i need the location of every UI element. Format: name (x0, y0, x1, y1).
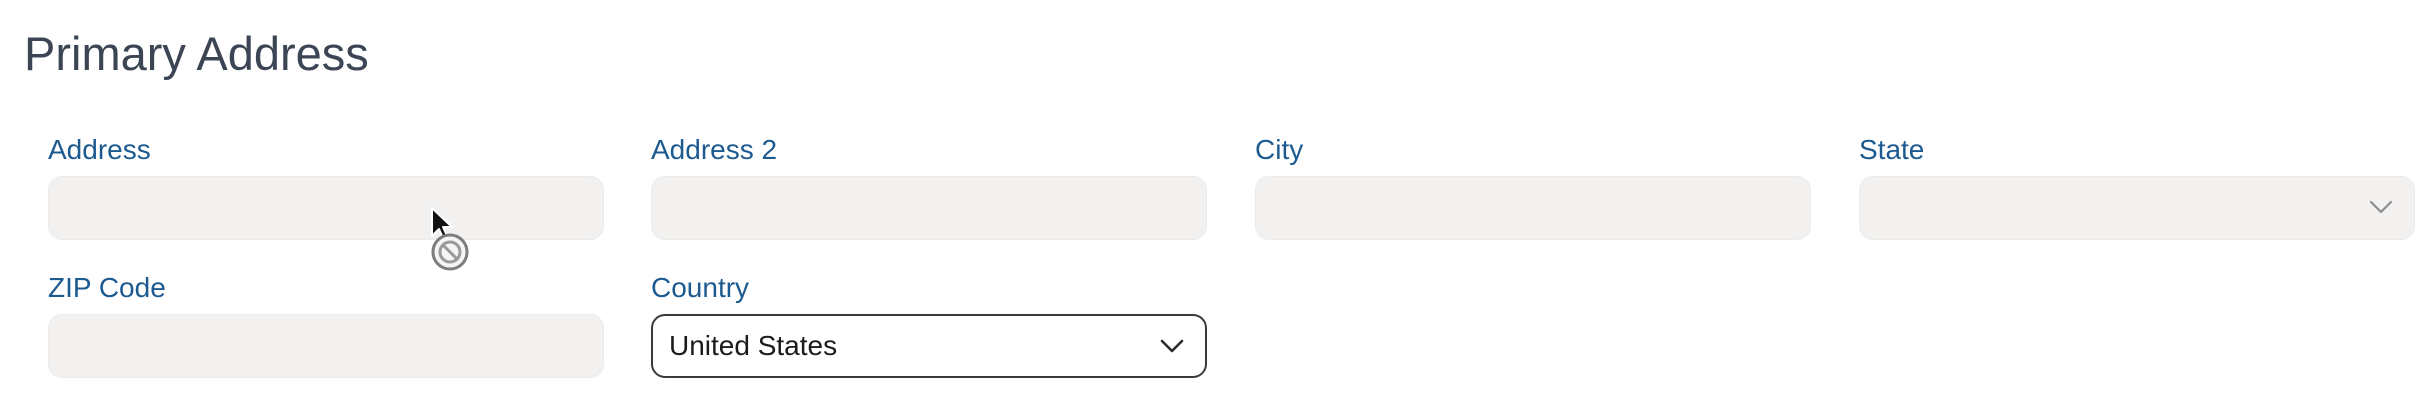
country-field-group: Country United States (651, 272, 1207, 378)
address2-label: Address 2 (651, 134, 778, 165)
chevron-down-icon (1159, 336, 1185, 356)
city-field-group: City (1255, 134, 1811, 240)
state-select[interactable] (1859, 176, 2415, 240)
chevron-down-icon (2368, 197, 2394, 217)
country-value: United States (669, 330, 838, 361)
state-label: State (1859, 134, 1925, 165)
section-title: Primary Address (24, 27, 369, 80)
country-label: Country (651, 272, 750, 303)
address-input[interactable] (48, 176, 604, 240)
country-select[interactable]: United States (651, 314, 1207, 378)
address-label: Address (48, 134, 151, 165)
address2-input[interactable] (651, 176, 1207, 240)
city-label: City (1255, 134, 1304, 165)
address-field-group: Address (48, 134, 604, 240)
primary-address-section: Primary Address Address Address 2 City S… (0, 0, 2436, 420)
zip-label: ZIP Code (48, 272, 166, 303)
address2-field-group: Address 2 (651, 134, 1207, 240)
zip-field-group: ZIP Code (48, 272, 604, 378)
state-field-group: State (1859, 134, 2415, 240)
city-input[interactable] (1255, 176, 1811, 240)
zip-input[interactable] (48, 314, 604, 378)
